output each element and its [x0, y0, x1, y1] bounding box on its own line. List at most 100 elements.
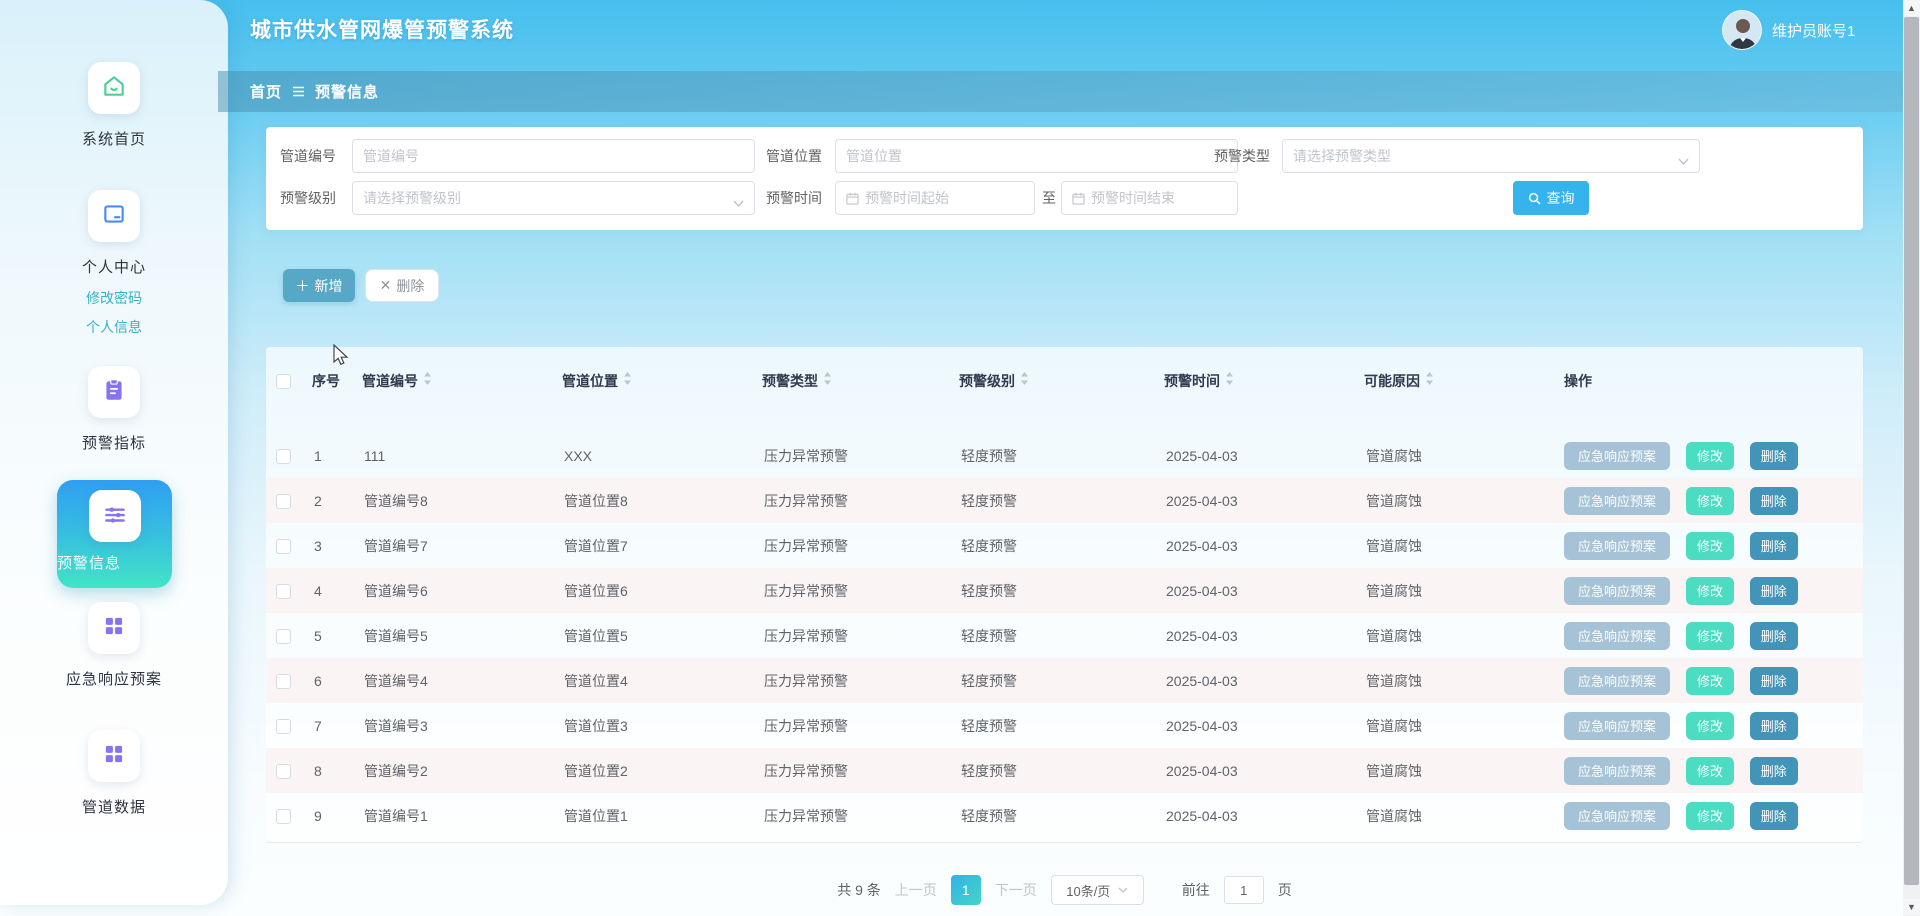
cell-index: 5 [312, 613, 362, 658]
warn-level-select[interactable]: 请选择预警级别 [352, 181, 755, 215]
edit-button[interactable]: 修改 [1686, 487, 1734, 515]
emergency-plan-button[interactable]: 应急响应预案 [1564, 757, 1670, 785]
warn-type-label: 预警类型 [1214, 139, 1270, 173]
row-delete-button[interactable]: 删除 [1750, 577, 1798, 605]
scrollbar-thumb[interactable] [1904, 17, 1919, 885]
emergency-plan-button[interactable]: 应急响应预案 [1564, 622, 1670, 650]
vertical-scrollbar[interactable]: ▲ ▼ [1903, 0, 1920, 916]
edit-button[interactable]: 修改 [1686, 757, 1734, 785]
row-checkbox[interactable] [276, 809, 291, 824]
cell-warn-level: 轻度预警 [959, 433, 1164, 478]
pipe-no-label: 管道编号 [280, 139, 336, 173]
edit-button[interactable]: 修改 [1686, 667, 1734, 695]
edit-button[interactable]: 修改 [1686, 532, 1734, 560]
cell-warn-level: 轻度预警 [959, 703, 1164, 748]
emergency-plan-button[interactable]: 应急响应预案 [1564, 667, 1670, 695]
page-size-select[interactable]: 10条/页 [1051, 875, 1144, 905]
row-delete-button[interactable]: 删除 [1750, 802, 1798, 830]
total-count: 共 9 条 [837, 880, 881, 900]
edit-button[interactable]: 修改 [1686, 802, 1734, 830]
col-warn-level[interactable]: 预警级别 [959, 347, 1164, 433]
row-delete-button[interactable]: 删除 [1750, 442, 1798, 470]
goto-label: 前往 [1182, 880, 1210, 900]
table-row: 5 管道编号5 管道位置5 压力异常预警 轻度预警 2025-04-03 管道腐… [266, 613, 1863, 658]
row-delete-button[interactable]: 删除 [1750, 532, 1798, 560]
cell-reason: 管道腐蚀 [1364, 523, 1564, 568]
profile-card-icon [101, 201, 127, 232]
scroll-down-button[interactable]: ▼ [1903, 899, 1920, 915]
row-checkbox[interactable] [276, 674, 291, 689]
emergency-plan-button[interactable]: 应急响应预案 [1564, 532, 1670, 560]
user-box[interactable]: 维护员账号1 [1722, 10, 1855, 50]
row-checkbox[interactable] [276, 629, 291, 644]
sort-icon[interactable] [623, 372, 632, 388]
breadcrumb-home[interactable]: 首页 [250, 81, 282, 102]
sidebar-item-emergency-plan[interactable]: 应急响应预案 [0, 602, 228, 689]
row-checkbox[interactable] [276, 764, 291, 779]
time-start-input[interactable]: 预警时间起始 [835, 181, 1035, 215]
sort-icon[interactable] [1020, 372, 1029, 388]
sidebar-item-warning-indicators[interactable]: 预警指标 [0, 366, 228, 453]
emergency-plan-button[interactable]: 应急响应预案 [1564, 487, 1670, 515]
row-checkbox[interactable] [276, 584, 291, 599]
sidebar-label-home: 系统首页 [0, 128, 228, 149]
cell-pipe-loc: 管道位置4 [562, 658, 762, 703]
col-warn-type[interactable]: 预警类型 [762, 347, 959, 433]
row-checkbox[interactable] [276, 494, 291, 509]
row-delete-button[interactable]: 删除 [1750, 757, 1798, 785]
col-reason[interactable]: 可能原因 [1364, 347, 1564, 433]
row-delete-button[interactable]: 删除 [1750, 487, 1798, 515]
sidebar-label-emergency-plan: 应急响应预案 [0, 668, 228, 689]
goto-page-input[interactable] [1224, 876, 1264, 904]
sort-icon[interactable] [823, 372, 832, 388]
row-checkbox[interactable] [276, 719, 291, 734]
emergency-plan-button[interactable]: 应急响应预案 [1564, 802, 1670, 830]
cell-pipe-no: 管道编号8 [362, 478, 562, 523]
sort-icon[interactable] [1225, 372, 1234, 388]
row-delete-button[interactable]: 删除 [1750, 712, 1798, 740]
next-page-button[interactable]: 下一页 [995, 880, 1037, 900]
time-end-input[interactable]: 预警时间结束 [1061, 181, 1238, 215]
cell-warn-level: 轻度预警 [959, 568, 1164, 613]
row-delete-button[interactable]: 删除 [1750, 622, 1798, 650]
warn-type-select[interactable]: 请选择预警类型 [1282, 139, 1700, 173]
page-1-button[interactable]: 1 [951, 875, 981, 905]
row-delete-button[interactable]: 删除 [1750, 667, 1798, 695]
prev-page-button[interactable]: 上一页 [895, 880, 937, 900]
emergency-plan-button[interactable]: 应急响应预案 [1564, 712, 1670, 740]
table-row: 3 管道编号7 管道位置7 压力异常预警 轻度预警 2025-04-03 管道腐… [266, 523, 1863, 568]
search-button[interactable]: 查询 [1513, 181, 1589, 215]
sidebar-item-pipeline-data[interactable]: 管道数据 [0, 730, 228, 817]
edit-button[interactable]: 修改 [1686, 622, 1734, 650]
sidebar-item-warning-info-active[interactable]: 预警信息 [57, 480, 172, 588]
add-button[interactable]: ＋ 新增 [283, 269, 355, 302]
cell-warn-type: 压力异常预警 [762, 568, 959, 613]
scroll-up-button[interactable]: ▲ [1903, 0, 1920, 16]
table-row: 6 管道编号4 管道位置4 压力异常预警 轻度预警 2025-04-03 管道腐… [266, 658, 1863, 703]
sort-icon[interactable] [1425, 372, 1434, 388]
row-checkbox[interactable] [276, 449, 291, 464]
sidebar-item-profile[interactable]: 个人中心 [0, 190, 228, 277]
col-pipe-no[interactable]: 管道编号 [362, 347, 562, 433]
col-warn-time[interactable]: 预警时间 [1164, 347, 1364, 433]
edit-button[interactable]: 修改 [1686, 577, 1734, 605]
pipe-no-input[interactable]: 管道编号 [352, 139, 755, 173]
avatar[interactable] [1722, 10, 1762, 50]
sidebar-link-personal-info[interactable]: 个人信息 [0, 317, 228, 337]
cell-warn-time: 2025-04-03 [1164, 793, 1364, 838]
select-all-checkbox[interactable] [276, 374, 291, 389]
emergency-plan-button[interactable]: 应急响应预案 [1564, 577, 1670, 605]
pipe-loc-input[interactable]: 管道位置 [835, 139, 1238, 173]
sidebar-item-home[interactable]: 系统首页 [0, 62, 228, 149]
edit-button[interactable]: 修改 [1686, 442, 1734, 470]
table-body: 1 111 XXX 压力异常预警 轻度预警 2025-04-03 管道腐蚀 应急… [266, 433, 1863, 838]
edit-button[interactable]: 修改 [1686, 712, 1734, 740]
sidebar-link-change-password[interactable]: 修改密码 [0, 288, 228, 308]
delete-button[interactable]: ✕ 删除 [365, 269, 439, 302]
row-checkbox[interactable] [276, 539, 291, 554]
col-pipe-loc[interactable]: 管道位置 [562, 347, 762, 433]
sort-icon[interactable] [423, 372, 432, 388]
emergency-plan-button[interactable]: 应急响应预案 [1564, 442, 1670, 470]
plus-icon: ＋ [296, 276, 310, 296]
cell-pipe-loc: 管道位置5 [562, 613, 762, 658]
